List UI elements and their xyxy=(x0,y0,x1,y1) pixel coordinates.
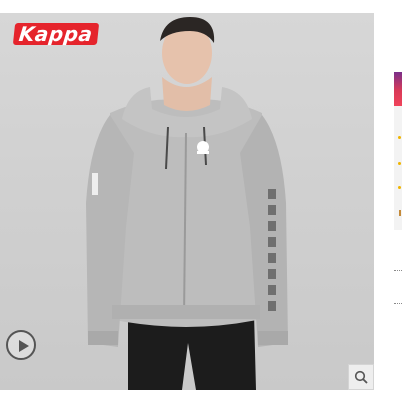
brand-logo-text: Kappa xyxy=(12,22,99,46)
product-main-image[interactable]: Kappa xyxy=(0,13,374,390)
adjacent-thumbnail[interactable] xyxy=(394,72,402,230)
thumbnail-image-top xyxy=(394,72,402,106)
side-divider xyxy=(394,303,402,304)
thumbnail-dot xyxy=(398,136,401,139)
magnifier-icon xyxy=(354,370,368,384)
thumbnail-dot xyxy=(398,162,401,165)
play-circle-icon[interactable] xyxy=(6,330,36,360)
zoom-button[interactable] xyxy=(348,364,374,390)
product-gallery: Kappa xyxy=(0,0,402,405)
thumbnail-dash xyxy=(399,210,401,216)
kappa-omini-icon xyxy=(197,141,209,154)
thumbnail-dot xyxy=(398,186,401,189)
brand-logo: Kappa xyxy=(12,22,99,46)
side-divider xyxy=(394,270,402,271)
model-wearing-hoodie-photo xyxy=(86,17,288,390)
